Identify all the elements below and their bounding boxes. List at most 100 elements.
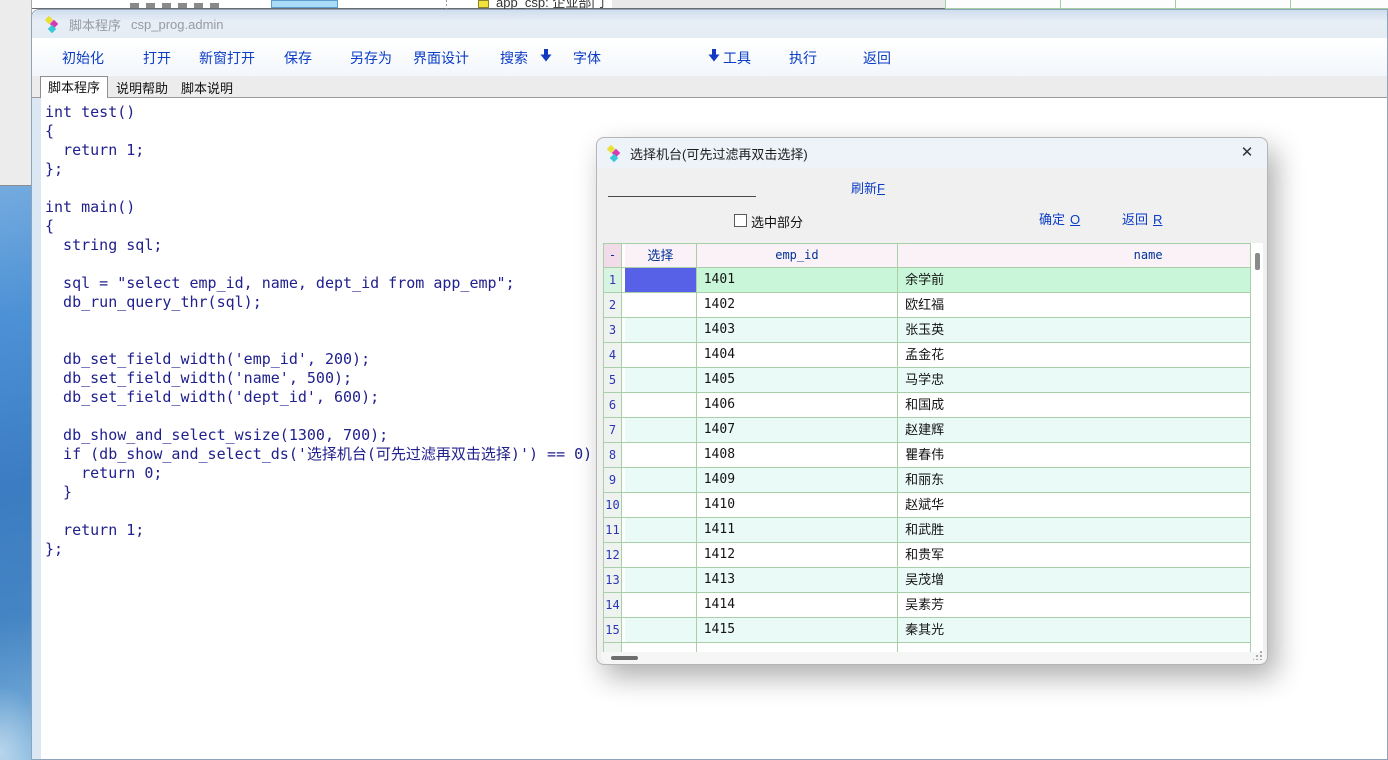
name-cell[interactable]: 和贵军 xyxy=(898,543,1250,567)
open-new-window-button[interactable]: 新窗打开 xyxy=(199,48,255,68)
header-select[interactable]: 选择 xyxy=(625,244,697,267)
row-number-cell[interactable]: 6 xyxy=(604,393,622,417)
select-cell[interactable] xyxy=(625,568,697,592)
name-cell[interactable]: 和国成 xyxy=(898,393,1250,417)
select-cell[interactable] xyxy=(625,518,697,542)
select-cell[interactable] xyxy=(625,418,697,442)
save-button[interactable]: 保存 xyxy=(284,48,312,68)
emp-id-cell[interactable]: 1410 xyxy=(697,493,898,517)
name-cell[interactable]: 和丽东 xyxy=(898,468,1250,492)
row-number-cell[interactable]: 12 xyxy=(604,543,622,567)
name-cell[interactable]: 秦其光 xyxy=(898,618,1250,642)
row-number-cell[interactable]: 2 xyxy=(604,293,622,317)
table-row[interactable]: 1 1401余学前 xyxy=(604,268,1250,293)
emp-id-cell[interactable]: 1405 xyxy=(697,368,898,392)
window-titlebar[interactable]: 脚本程序 csp_prog.admin xyxy=(32,10,1387,38)
emp-id-cell[interactable]: 1402 xyxy=(697,293,898,317)
select-cell[interactable] xyxy=(625,468,697,492)
table-row[interactable]: 151415秦其光 xyxy=(604,618,1250,643)
table-row[interactable]: 5 1405马学忠 xyxy=(604,368,1250,393)
table-row[interactable]: 9 1409和丽东 xyxy=(604,468,1250,493)
table-row[interactable]: 3 1403张玉英 xyxy=(604,318,1250,343)
open-button[interactable]: 打开 xyxy=(143,48,171,68)
row-number-cell[interactable]: 7 xyxy=(604,418,622,442)
name-cell[interactable]: 余学前 xyxy=(898,268,1250,292)
select-cell[interactable] xyxy=(625,393,697,417)
emp-id-cell[interactable]: 1401 xyxy=(697,268,898,292)
tools-button[interactable]: 工具 xyxy=(723,48,751,68)
row-number-cell[interactable]: 13 xyxy=(604,568,622,592)
tab-script-program[interactable]: 脚本程序 xyxy=(40,76,108,99)
emp-id-cell[interactable]: 1407 xyxy=(697,418,898,442)
emp-id-cell[interactable]: 1413 xyxy=(697,568,898,592)
header-name[interactable]: name xyxy=(898,244,1250,267)
table-row[interactable]: 71407赵建辉 xyxy=(604,418,1250,443)
tools-dropdown-arrow-icon[interactable] xyxy=(708,49,720,62)
vertical-scrollbar-thumb[interactable] xyxy=(1255,253,1260,270)
table-row[interactable]: 141414吴素芳 xyxy=(604,593,1250,618)
row-number-cell[interactable]: 9 xyxy=(604,468,622,492)
name-cell[interactable]: 和武胜 xyxy=(898,518,1250,542)
select-cell[interactable] xyxy=(625,443,697,467)
row-number-cell[interactable]: 14 xyxy=(604,593,622,617)
horizontal-scrollbar[interactable] xyxy=(601,652,1265,664)
select-cell[interactable] xyxy=(625,318,697,342)
name-cell[interactable]: 吴茂增 xyxy=(898,568,1250,592)
name-cell[interactable]: 张玉英 xyxy=(898,318,1250,342)
table-row[interactable]: 101410赵斌华 xyxy=(604,493,1250,518)
dialog-back-button[interactable]: 返回R xyxy=(1122,209,1162,228)
search-dropdown-arrow-icon[interactable] xyxy=(540,49,552,62)
select-cell[interactable] xyxy=(625,618,697,642)
emp-id-cell[interactable]: 1411 xyxy=(697,518,898,542)
select-cell[interactable] xyxy=(625,293,697,317)
table-row[interactable]: 12 1412和贵军 xyxy=(604,543,1250,568)
dialog-titlebar[interactable]: 选择机台(可先过滤再双击选择) ✕ xyxy=(597,138,1267,168)
select-cell[interactable] xyxy=(625,493,697,517)
emp-id-cell[interactable]: 1409 xyxy=(697,468,898,492)
back-button[interactable]: 返回 xyxy=(863,48,891,68)
emp-id-cell[interactable]: 1404 xyxy=(697,343,898,367)
name-cell[interactable]: 马学忠 xyxy=(898,368,1250,392)
select-cell[interactable] xyxy=(625,593,697,617)
row-number-cell[interactable]: 3 xyxy=(604,318,622,342)
row-number-cell[interactable]: 4 xyxy=(604,343,622,367)
row-number-cell[interactable]: 15 xyxy=(604,618,622,642)
row-number-cell[interactable]: 5 xyxy=(604,368,622,392)
close-icon[interactable]: ✕ xyxy=(1235,141,1259,165)
refresh-button[interactable]: 刷新F xyxy=(851,178,885,197)
table-row[interactable]: 6 1406和国成 xyxy=(604,393,1250,418)
ui-design-button[interactable]: 界面设计 xyxy=(413,48,469,68)
emp-id-cell[interactable]: 1403 xyxy=(697,318,898,342)
table-row[interactable]: 8 1408瞿春伟 xyxy=(604,443,1250,468)
select-cell[interactable] xyxy=(625,343,697,367)
row-number-cell[interactable]: 1 xyxy=(604,268,622,292)
name-cell[interactable]: 赵斌华 xyxy=(898,493,1250,517)
table-row-partial[interactable] xyxy=(604,643,1250,652)
table-row[interactable]: 11 1411和武胜 xyxy=(604,518,1250,543)
name-cell[interactable]: 孟金花 xyxy=(898,343,1250,367)
ok-button[interactable]: 确定O xyxy=(1039,209,1080,228)
emp-id-cell[interactable]: 1414 xyxy=(697,593,898,617)
save-as-button[interactable]: 另存为 xyxy=(350,48,392,68)
select-cell[interactable] xyxy=(625,268,697,292)
horizontal-scrollbar-thumb[interactable] xyxy=(611,656,638,660)
init-button[interactable]: 初始化 xyxy=(62,48,104,68)
table-row[interactable]: 4 1404孟金花 xyxy=(604,343,1250,368)
tab-script-notes[interactable]: 脚本说明 xyxy=(173,78,241,98)
row-number-cell[interactable]: 8 xyxy=(604,443,622,467)
tab-help[interactable]: 说明帮助 xyxy=(108,78,176,98)
header-corner[interactable]: - xyxy=(604,244,622,267)
select-cell[interactable] xyxy=(625,543,697,567)
font-button[interactable]: 字体 xyxy=(573,48,601,68)
name-cell[interactable]: 瞿春伟 xyxy=(898,443,1250,467)
emp-id-cell[interactable]: 1412 xyxy=(697,543,898,567)
emp-id-cell[interactable]: 1408 xyxy=(697,443,898,467)
header-emp-id[interactable]: emp_id xyxy=(697,244,898,267)
select-cell[interactable] xyxy=(625,368,697,392)
run-button[interactable]: 执行 xyxy=(789,48,817,68)
row-number-cell[interactable]: 11 xyxy=(604,518,622,542)
emp-id-cell[interactable]: 1406 xyxy=(697,393,898,417)
name-cell[interactable]: 吴素芳 xyxy=(898,593,1250,617)
table-row[interactable]: 21402欧红福 xyxy=(604,293,1250,318)
resize-grip-icon[interactable] xyxy=(1253,651,1262,660)
